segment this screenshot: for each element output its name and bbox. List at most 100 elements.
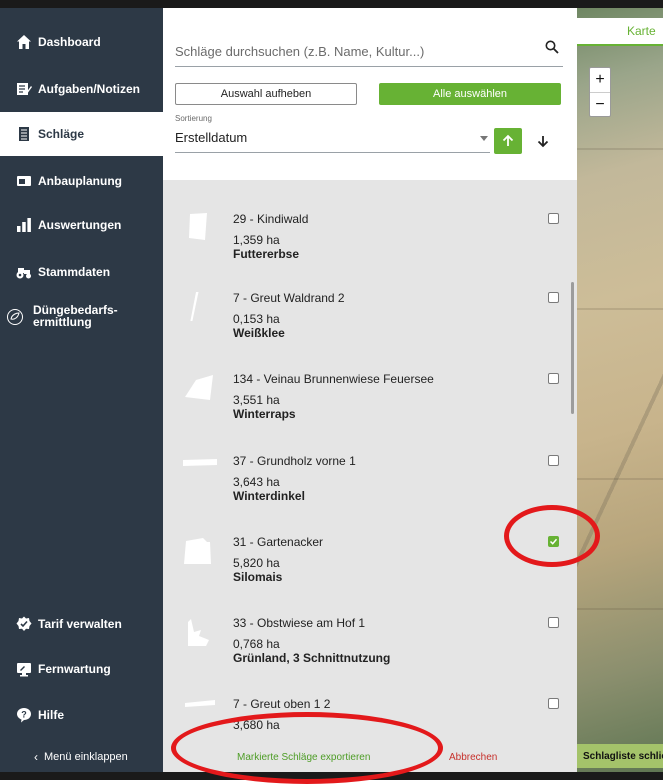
deselect-all-button[interactable]: Auswahl aufheben — [175, 83, 357, 105]
sidebar-item-label: Anbauplanung — [38, 174, 122, 188]
cancel-button[interactable]: Abbrechen — [449, 752, 497, 763]
sidebar-item-dashboard[interactable]: Dashboard — [0, 21, 163, 63]
sidebar-item-label: Stammdaten — [38, 265, 111, 279]
sidebar-item-schlaege[interactable]: Schläge — [0, 112, 163, 156]
sidebar-item-label: Schläge — [38, 127, 85, 141]
field-checkbox[interactable] — [548, 617, 559, 628]
field-name: 7 - Greut oben 1 2 — [233, 697, 331, 711]
sort-descending-button[interactable] — [526, 128, 560, 154]
field-shape-icon — [183, 459, 217, 466]
sidebar-item-hilfe[interactable]: ? Hilfe — [0, 694, 163, 736]
field-shape-icon — [189, 213, 207, 240]
tab-map[interactable]: Karte — [577, 18, 663, 46]
field-crop: Futtererbse — [233, 247, 300, 261]
list-item[interactable]: 134 - Veinau Brunnenwiese Feuersee 3,551… — [163, 348, 577, 428]
chevron-left-icon: ‹ — [34, 750, 38, 764]
list-item[interactable]: 29 - Kindiwald 1,359 ha Futtererbse — [163, 188, 577, 268]
field-crop: Grünland, 3 Schnittnutzung — [233, 651, 391, 665]
document-icon — [16, 126, 32, 142]
select-all-button[interactable]: Alle auswählen — [379, 83, 561, 105]
dropdown-caret-icon — [480, 136, 488, 141]
sidebar-item-label: Auswertungen — [38, 218, 122, 232]
field-name: 31 - Gartenacker — [233, 535, 324, 549]
field-checkbox[interactable] — [548, 373, 559, 384]
zoom-out-button[interactable]: − — [590, 93, 610, 117]
field-checkbox[interactable] — [548, 213, 559, 224]
sidebar-item-duengebedarf[interactable]: Düngebedarfs- ermittlung — [0, 304, 163, 338]
list-item[interactable]: 7 - Greut Waldrand 2 0,153 ha Weißklee — [163, 267, 577, 347]
scrollbar[interactable] — [571, 282, 574, 414]
svg-text:?: ? — [21, 710, 27, 720]
zoom-control: + − — [589, 67, 611, 117]
sidebar-item-auswertungen[interactable]: Auswertungen — [0, 204, 163, 246]
field-name: 33 - Obstwiese am Hof 1 — [233, 616, 366, 630]
field-list-panel: Schläge durchsuchen (z.B. Name, Kultur..… — [163, 8, 577, 772]
fertilizer-icon — [6, 308, 24, 326]
help-icon: ? — [16, 707, 32, 723]
sort-select[interactable]: Erstelldatum — [175, 126, 490, 153]
sort-ascending-button[interactable] — [494, 128, 522, 154]
field-crop: Weißklee — [233, 326, 285, 340]
search-placeholder: Schläge durchsuchen (z.B. Name, Kultur..… — [175, 44, 425, 59]
field-area: 3,551 ha — [233, 393, 280, 407]
sidebar-item-fernwartung[interactable]: Fernwartung — [0, 648, 163, 690]
search-icon[interactable] — [545, 40, 559, 59]
field-name: 29 - Kindiwald — [233, 212, 309, 226]
sidebar-item-aufgaben[interactable]: Aufgaben/Notizen — [0, 68, 163, 110]
notes-icon — [16, 81, 32, 97]
field-furrow — [577, 308, 663, 310]
field-area: 0,768 ha — [233, 637, 280, 651]
tractor-icon — [16, 264, 32, 280]
field-name: 134 - Veinau Brunnenwiese Feuersee — [233, 372, 434, 386]
field-name: 37 - Grundholz vorne 1 — [233, 454, 356, 468]
collapse-menu-label: Menü einklappen — [44, 751, 128, 763]
field-area: 0,153 ha — [233, 312, 280, 326]
home-icon — [16, 34, 32, 50]
list-item[interactable]: 37 - Grundholz vorne 1 3,643 ha Winterdi… — [163, 430, 577, 510]
map-view[interactable]: Karte + − Schlagliste schließen — [577, 8, 663, 772]
arrow-up-icon — [502, 134, 514, 146]
sidebar-item-tarif[interactable]: Tarif verwalten — [0, 603, 163, 645]
field-crop: Winterdinkel — [233, 489, 305, 503]
zoom-in-button[interactable]: + — [590, 68, 610, 92]
field-furrow — [577, 148, 663, 150]
field-checkbox[interactable] — [548, 698, 559, 709]
field-crop: Silomais — [233, 570, 283, 584]
list-item[interactable]: 33 - Obstwiese am Hof 1 0,768 ha Grünlan… — [163, 592, 577, 672]
collapse-menu-button[interactable]: ‹ Menü einklappen — [0, 742, 163, 772]
field-checkbox[interactable] — [548, 292, 559, 303]
close-field-list-button[interactable]: Schlagliste schließen — [577, 744, 663, 768]
sidebar-item-label: Fernwartung — [38, 662, 111, 676]
sort-label: Sortierung — [175, 114, 212, 123]
sidebar-item-label: Tarif verwalten — [38, 617, 122, 631]
field-area: 3,643 ha — [233, 475, 280, 489]
sidebar-item-label-line2: ermittlung — [33, 315, 92, 329]
sidebar-item-label: Dashboard — [38, 35, 101, 49]
arrow-down-icon — [537, 136, 549, 148]
sort-value: Erstelldatum — [175, 130, 248, 145]
bar-chart-icon — [16, 217, 32, 233]
sidebar-item-label-group: Düngebedarfs- ermittlung — [33, 304, 118, 328]
field-shape-icon — [188, 619, 209, 646]
search-input[interactable]: Schläge durchsuchen (z.B. Name, Kultur..… — [175, 30, 563, 67]
sidebar-item-label: Hilfe — [38, 708, 65, 722]
sidebar: Dashboard Aufgaben/Notizen Schläge Anbau… — [0, 8, 163, 772]
field-furrow — [577, 608, 663, 610]
sidebar-item-label: Aufgaben/Notizen — [38, 82, 140, 96]
field-name: 7 - Greut Waldrand 2 — [233, 291, 345, 305]
badge-check-icon — [16, 616, 32, 632]
annotation-circle-export — [171, 712, 443, 784]
top-bar — [0, 0, 663, 8]
remote-icon — [16, 661, 32, 677]
planning-icon — [16, 173, 32, 189]
field-crop: Winterraps — [233, 407, 296, 421]
annotation-circle-checkbox — [504, 505, 600, 567]
field-shape-icon — [184, 538, 211, 564]
field-shape-icon — [190, 292, 199, 321]
field-furrow — [577, 478, 663, 480]
sidebar-item-anbauplanung[interactable]: Anbauplanung — [0, 160, 163, 202]
sidebar-item-stammdaten[interactable]: Stammdaten — [0, 251, 163, 293]
field-checkbox[interactable] — [548, 455, 559, 466]
field-list: 29 - Kindiwald 1,359 ha Futtererbse 7 - … — [163, 180, 577, 742]
field-shape-icon — [185, 375, 213, 400]
